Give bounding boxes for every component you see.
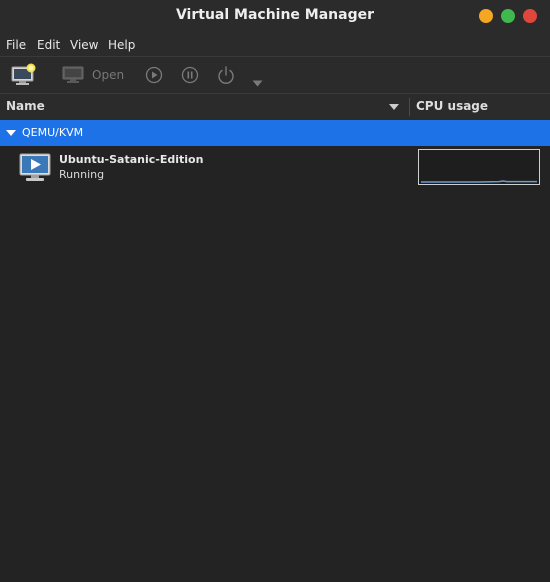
menu-file[interactable]: File xyxy=(6,38,26,52)
expander-arrow-icon[interactable] xyxy=(6,130,16,136)
menu-view[interactable]: View xyxy=(70,38,98,52)
pause-circle-icon xyxy=(181,66,199,84)
shutdown-menu-button[interactable] xyxy=(252,72,263,91)
maximize-button[interactable] xyxy=(501,9,515,23)
shutdown-button[interactable] xyxy=(217,65,235,89)
toolbar: Open xyxy=(0,57,550,93)
sort-arrow-icon[interactable] xyxy=(389,104,399,110)
chevron-down-icon xyxy=(252,80,263,87)
column-divider[interactable] xyxy=(409,98,410,116)
column-cpu-header[interactable]: CPU usage xyxy=(416,99,488,113)
new-vm-button[interactable] xyxy=(11,63,37,91)
vm-name: Ubuntu-Satanic-Edition xyxy=(59,153,204,166)
vmm-window: Virtual Machine Manager File Edit View H… xyxy=(0,0,550,582)
pause-button[interactable] xyxy=(181,66,199,88)
new-vm-monitor-star-icon xyxy=(11,63,36,85)
run-button[interactable] xyxy=(145,66,163,88)
connection-row[interactable]: QEMU/KVM xyxy=(0,120,550,146)
window-title: Virtual Machine Manager xyxy=(175,7,375,23)
vm-status: Running xyxy=(59,168,105,181)
close-button[interactable] xyxy=(523,9,537,23)
menu-help[interactable]: Help xyxy=(108,38,135,52)
connection-label: QEMU/KVM xyxy=(22,126,84,139)
play-circle-icon xyxy=(145,66,163,84)
menu-edit[interactable]: Edit xyxy=(37,38,60,52)
open-button[interactable] xyxy=(62,66,84,88)
cpu-usage-sparkline xyxy=(421,180,537,183)
column-header: Name CPU usage xyxy=(0,94,550,120)
menu-bar: File Edit View Help xyxy=(0,32,550,56)
cpu-usage-graph xyxy=(418,149,540,185)
title-bar[interactable]: Virtual Machine Manager xyxy=(0,0,550,32)
monitor-icon xyxy=(62,66,84,83)
minimize-button[interactable] xyxy=(479,9,493,23)
vm-row[interactable]: Ubuntu-Satanic-Edition Running xyxy=(0,147,550,187)
column-name-header[interactable]: Name xyxy=(6,99,45,113)
open-button-label: Open xyxy=(92,68,125,82)
vm-running-monitor-icon xyxy=(19,153,51,187)
power-icon xyxy=(218,66,234,84)
